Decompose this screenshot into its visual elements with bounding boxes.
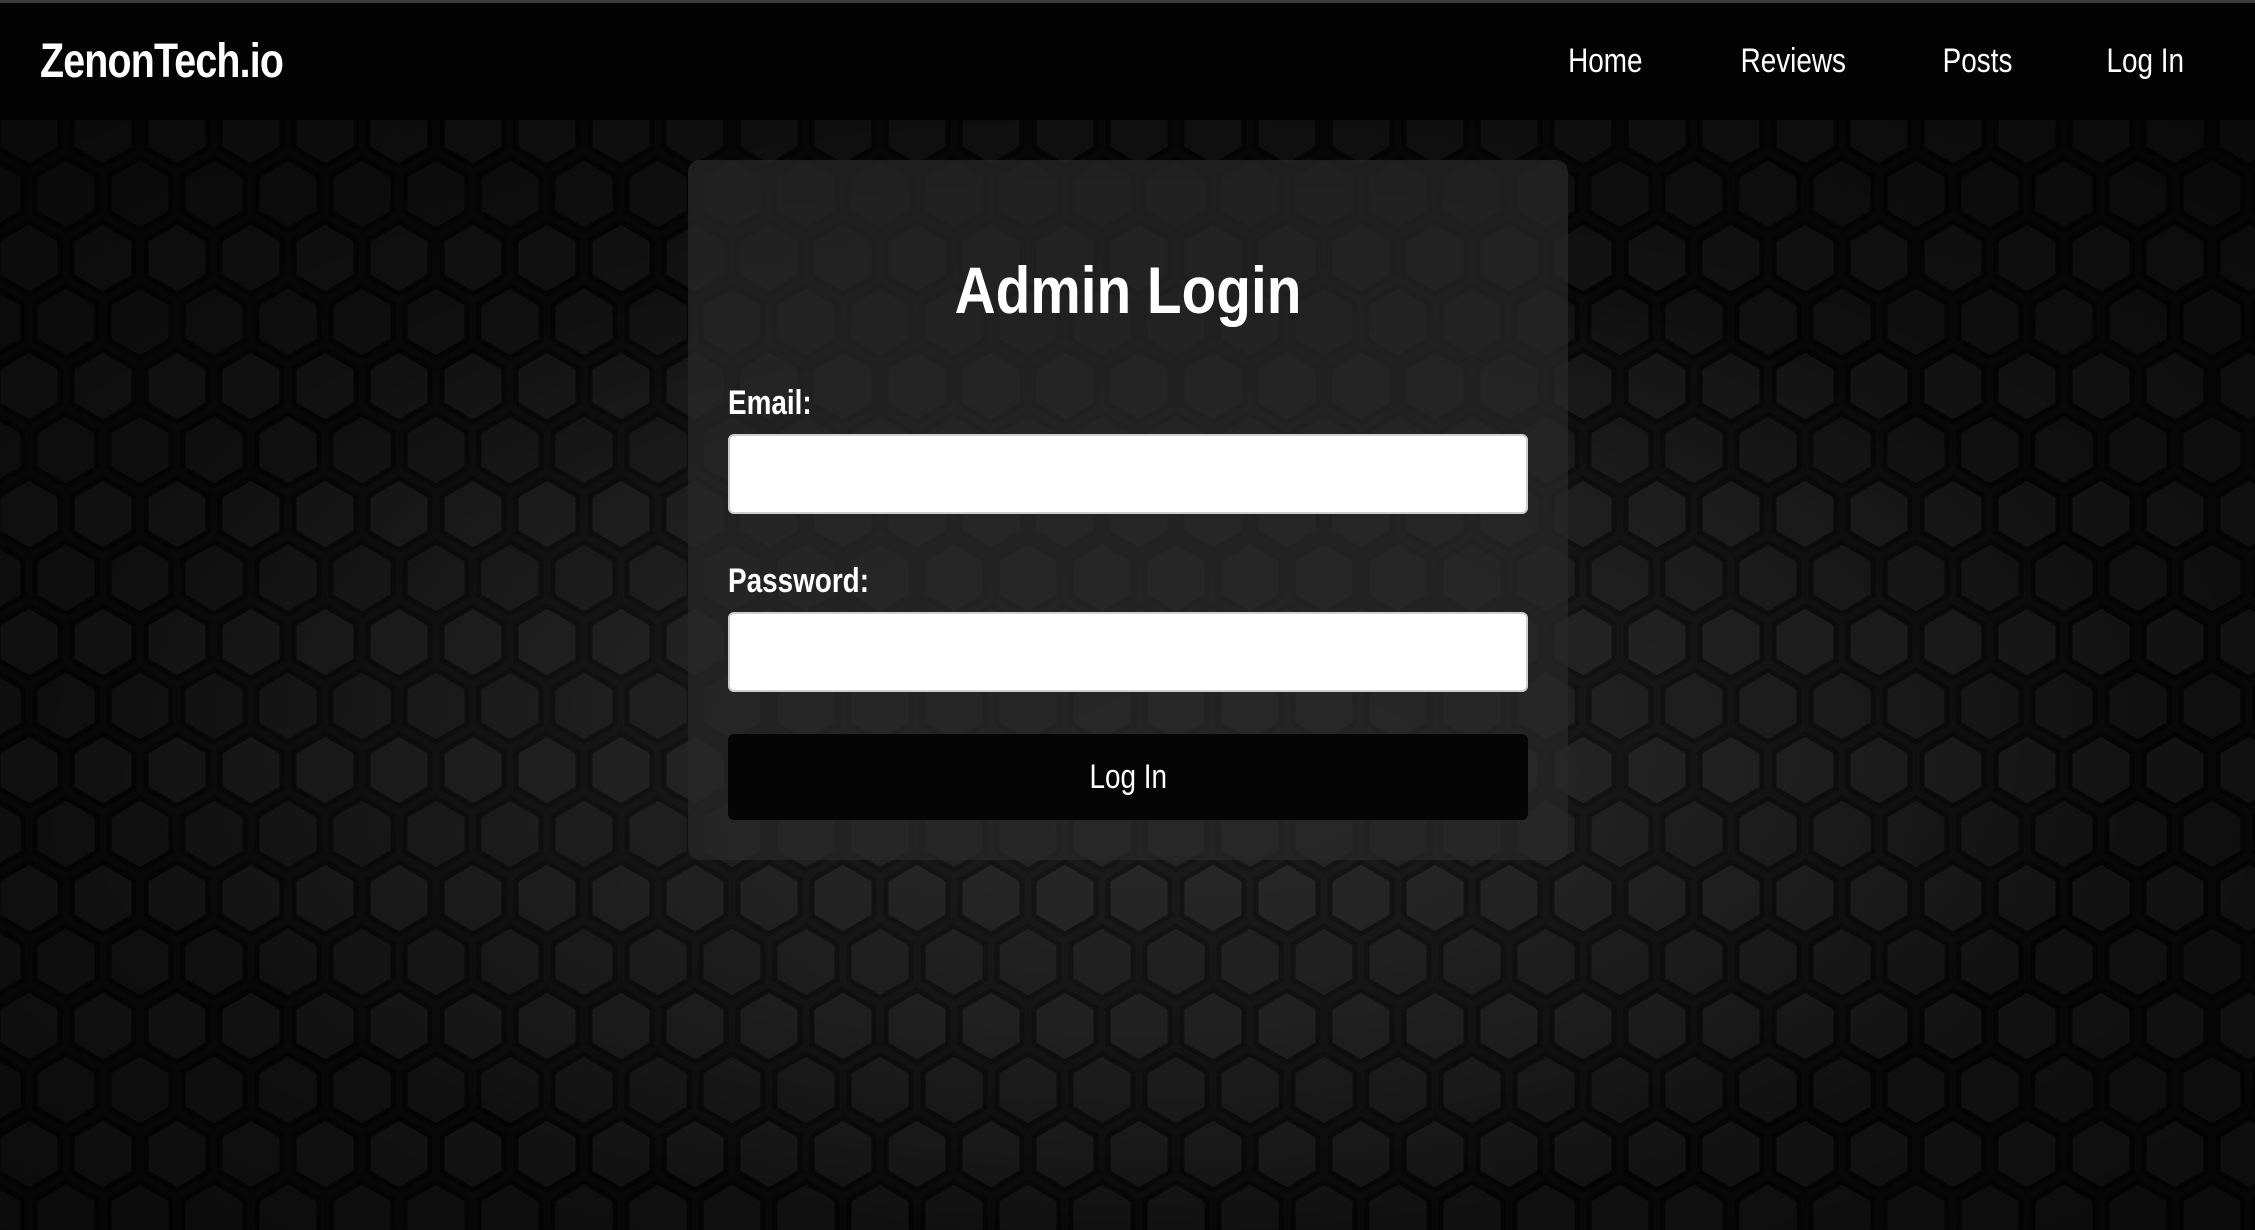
email-label: Email: <box>728 384 812 422</box>
login-submit-label: Log In <box>1089 757 1167 796</box>
nav-link-home[interactable]: Home <box>1568 42 1642 81</box>
email-input[interactable] <box>728 434 1528 514</box>
nav-link-login[interactable]: Log In <box>2107 42 2185 81</box>
top-navbar: ZenonTech.io Home Reviews Posts Log In <box>0 3 2255 120</box>
brand-logo-link[interactable]: ZenonTech.io <box>40 34 284 89</box>
login-title: Admin Login <box>954 253 1302 327</box>
password-input[interactable] <box>728 612 1528 692</box>
nav-link-reviews[interactable]: Reviews <box>1741 42 1846 81</box>
password-label: Password: <box>728 562 870 600</box>
admin-login-card: Admin Login Email: Password: Log In <box>688 160 1568 860</box>
login-submit-button[interactable]: Log In <box>728 734 1528 820</box>
nav-link-posts[interactable]: Posts <box>1943 42 2013 81</box>
nav-links: Home Reviews Posts Log In <box>1560 42 2215 81</box>
